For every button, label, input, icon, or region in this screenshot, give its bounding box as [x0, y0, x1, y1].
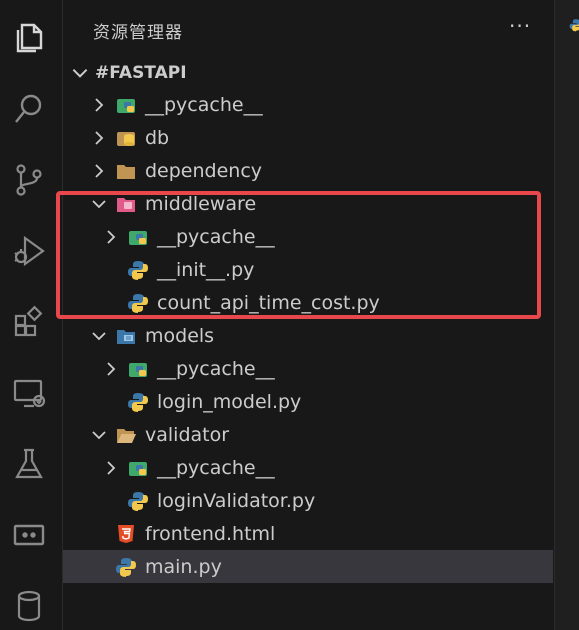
tree-item-label: validator: [145, 423, 230, 446]
models-folder-icon: [117, 329, 135, 344]
tree-item-label: main.py: [145, 555, 222, 578]
tree-folder-pycache[interactable]: __pycache__: [63, 88, 553, 121]
tree-folder-models[interactable]: models: [63, 319, 553, 352]
panel-title: 资源管理器: [93, 23, 183, 43]
tree-folder-pycache[interactable]: __pycache__: [63, 451, 553, 484]
run-debug-icon[interactable]: [6, 228, 52, 274]
extensions-icon[interactable]: [6, 299, 52, 345]
chevron-right-icon: [107, 361, 116, 376]
tree-file-loginvalidator-py[interactable]: loginValidator.py: [63, 484, 553, 517]
tree-item-label: models: [145, 324, 215, 347]
tree-item-label: __pycache__: [145, 93, 263, 116]
chevron-right-icon: [107, 460, 116, 475]
annotation-highlight-box: [56, 191, 541, 319]
python-folder-icon: [117, 98, 135, 113]
editor-area-edge: [554, 0, 579, 630]
python-folder-icon: [129, 461, 147, 476]
tree-item-label: __pycache__: [157, 456, 275, 479]
source-control-icon[interactable]: [6, 157, 52, 203]
tree-file-login-model-py[interactable]: login_model.py: [63, 385, 553, 418]
remote-explorer-icon[interactable]: [6, 370, 52, 416]
tree-file-frontend-html[interactable]: frontend.html: [63, 517, 553, 550]
python-file-icon: [128, 491, 148, 511]
workspace-root-label: #FASTAPI: [95, 63, 187, 83]
chevron-down-icon: [92, 430, 106, 439]
tree-item-label: frontend.html: [145, 522, 276, 545]
search-icon[interactable]: [6, 86, 52, 132]
activity-bar: [0, 0, 63, 630]
tree-folder-validator[interactable]: validator: [63, 418, 553, 451]
chevron-down-icon: [72, 68, 88, 78]
python-folder-icon: [129, 362, 147, 377]
workspace-root[interactable]: #FASTAPI: [69, 60, 187, 86]
python-file-icon: [569, 19, 579, 32]
tree-item-label: dependency: [145, 159, 263, 182]
chevron-right-icon: [95, 163, 104, 178]
tree-item-label: loginValidator.py: [157, 489, 316, 512]
tree-item-label: db: [145, 126, 170, 149]
testing-icon[interactable]: [6, 441, 52, 487]
tree-folder-pycache[interactable]: __pycache__: [63, 352, 553, 385]
python-file-icon: [116, 557, 136, 577]
folder-icon: [117, 164, 135, 179]
database-folder-icon: [117, 131, 135, 146]
tree-folder-db[interactable]: db: [63, 121, 553, 154]
tree-item-label: __pycache__: [157, 357, 275, 380]
chevron-down-icon: [92, 331, 106, 340]
explorer-icon[interactable]: [6, 15, 52, 61]
tree-folder-dependency[interactable]: dependency: [63, 154, 553, 187]
folder-open-icon: [117, 428, 136, 443]
chevron-right-icon: [95, 130, 104, 145]
html-file-icon: [118, 524, 134, 543]
ports-icon[interactable]: [6, 512, 52, 558]
python-file-icon: [128, 392, 148, 412]
more-actions-button[interactable]: ···: [509, 14, 531, 38]
database-icon[interactable]: [6, 583, 52, 629]
tree-file-main-py[interactable]: main.py: [63, 550, 553, 583]
chevron-right-icon: [95, 97, 104, 112]
tree-item-label: login_model.py: [157, 390, 302, 413]
